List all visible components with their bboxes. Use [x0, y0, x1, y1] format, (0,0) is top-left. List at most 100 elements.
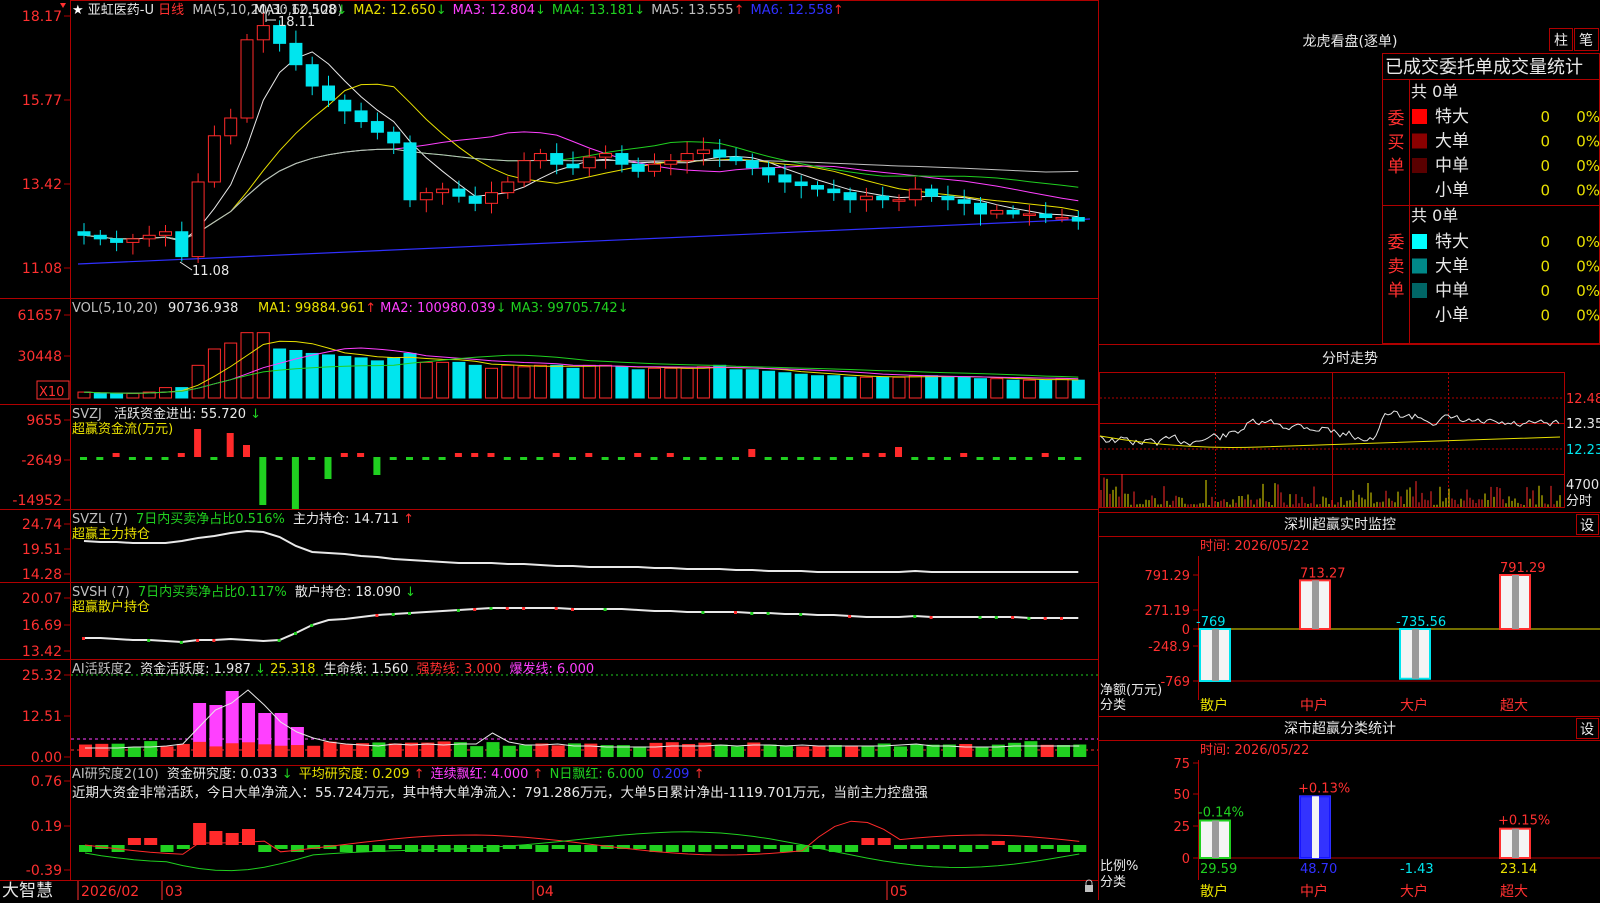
fenshi-avg-line [1100, 436, 1560, 448]
menu-arrow-icon[interactable] [60, 3, 66, 8]
svsh-dot [473, 608, 476, 611]
szc-cat-3: 超大 [1500, 884, 1528, 900]
svzj-bar [830, 457, 837, 460]
ai2-bar [1008, 845, 1021, 852]
ai2-bar [144, 838, 157, 845]
ai2-bar [275, 845, 288, 849]
row-name-2: 中单 [1435, 281, 1469, 301]
volume-bar [78, 392, 90, 398]
svsh-subtitle: 超赢散户持仓 [72, 599, 150, 615]
candle-body [290, 43, 302, 64]
svzj-bar [634, 453, 641, 457]
ai1-bar [324, 742, 337, 757]
terminal-canvas[interactable]: 18.17 15.77 13.42 11.08 61657 30448 9655… [0, 0, 1600, 900]
ai2-bar [128, 838, 141, 845]
szc-value-2: -1.43 [1400, 862, 1434, 877]
sz-class-xlabel: 分类 [1100, 875, 1126, 890]
ai1-header: AI活跃度2 资金活跃度: 1.987 ↓ 25.318 生命线: 1.560 … [72, 661, 594, 677]
svzj-bar [928, 457, 935, 460]
svzj-bar [862, 453, 869, 457]
xlabel-0: 2026/02 [81, 884, 139, 900]
ai2-bar [861, 838, 874, 845]
ai1-bar [535, 743, 548, 757]
ai2-bar [698, 845, 711, 852]
ai1-bar [910, 745, 923, 757]
vol-params: VOL(5,10,20) [72, 301, 158, 316]
ma-legend-arrow-5: ↑ [833, 3, 844, 18]
row-color-swatch [1412, 234, 1427, 249]
svsh-dot [294, 632, 297, 635]
ai1-bar [275, 746, 288, 757]
row-pct-2: 0% [1576, 157, 1600, 175]
row-color-swatch [1412, 134, 1427, 149]
svzj-bar [357, 453, 364, 457]
tick-mode-label: 笔 [1579, 33, 1593, 49]
row-name-3: 小单 [1435, 306, 1469, 326]
ai2-bar [389, 845, 402, 849]
volume-bar [600, 365, 612, 398]
svsh-name: SVSH (7) [72, 585, 130, 600]
ai2-bar [976, 845, 989, 849]
period-label[interactable]: 日线 [158, 3, 184, 18]
szm-ytick-1: 271.19 [1145, 604, 1191, 619]
volume-bar [991, 379, 1003, 398]
vol-ma-legend: MA1: 99884.961↑MA2: 100980.039↓MA3: 9970… [258, 301, 629, 316]
svsh-dot [82, 637, 85, 640]
szc-ytick-3: 0 [1182, 852, 1190, 867]
sz-class-chart: 7550250-0.14%29.59散户+0.13%48.70中户-1.43大户… [1173, 757, 1600, 900]
lock-icon[interactable] [1085, 885, 1093, 892]
vol-ma-item-2: MA3: 99705.742 [510, 301, 617, 316]
ma-line-3 [84, 132, 1078, 240]
volume-bar [779, 373, 791, 398]
volume-bar [583, 365, 595, 398]
szc-ytick-2: 25 [1173, 820, 1190, 835]
column-mode-label: 柱 [1554, 33, 1568, 49]
candle-body [681, 154, 693, 161]
volume-bar [192, 365, 204, 398]
ai1-bar [177, 744, 190, 757]
favorite-star-icon[interactable]: ★ [72, 3, 84, 18]
ai2-header: AI研究度2(10) 资金研究度: 0.033 ↓ 平均研究度: 0.209 ↑… [72, 766, 704, 782]
svzj-bar [618, 457, 625, 460]
svsh-dot [408, 612, 411, 615]
ai1-bar [1041, 745, 1054, 757]
ma-legend-item-4: MA5: 13.555 [651, 3, 733, 18]
ai2-arrow1: ↓ [282, 767, 293, 782]
ai2-bar [1057, 845, 1070, 852]
volume-bar [942, 377, 954, 398]
ai1-bar [1024, 741, 1037, 757]
ai2-bar [258, 845, 271, 852]
svzj-bar [373, 457, 380, 475]
svzj-bar [1058, 457, 1065, 460]
ma-line-6 [78, 219, 1090, 264]
szm-bar-shade-0 [1212, 629, 1219, 681]
ytick-svzj-1: -2649 [21, 453, 62, 469]
ai1-bar [372, 742, 385, 757]
candle-body [730, 157, 742, 161]
svsh-dot [1044, 617, 1047, 620]
candle-body [812, 186, 824, 190]
ai1-bar [144, 741, 157, 757]
ai2-comment: 近期大资金非常活跃，今日大单净流入：55.724万元，其中特大单净流入：791.… [72, 784, 928, 801]
volume-bar [127, 394, 139, 398]
side-char-1: 买 [1388, 133, 1405, 153]
volume-bar [534, 365, 546, 398]
szc-cat-2: 大户 [1400, 883, 1428, 900]
candle-body [746, 161, 758, 168]
candle-body [1056, 218, 1068, 220]
row-count-0: 0 [1540, 233, 1550, 251]
svsh-line [84, 608, 1078, 642]
sz-monitor-date: 时间: 2026/05/22 [1200, 539, 1309, 554]
volume-bar [388, 358, 400, 398]
row-color-swatch [1412, 283, 1427, 298]
ytick-svsh-0: 20.07 [22, 591, 62, 607]
candle-body [665, 161, 677, 165]
row-count-1: 0 [1540, 258, 1550, 276]
candle-body [600, 154, 612, 158]
ai2-bar [193, 823, 206, 845]
szm-cat-0: 散户 [1200, 697, 1228, 714]
svzj-bar [325, 457, 332, 479]
ytick-vol-1: 30448 [17, 349, 62, 365]
svzj-bar [488, 453, 495, 457]
vol-ma-arrow-1: ↓ [496, 301, 507, 316]
